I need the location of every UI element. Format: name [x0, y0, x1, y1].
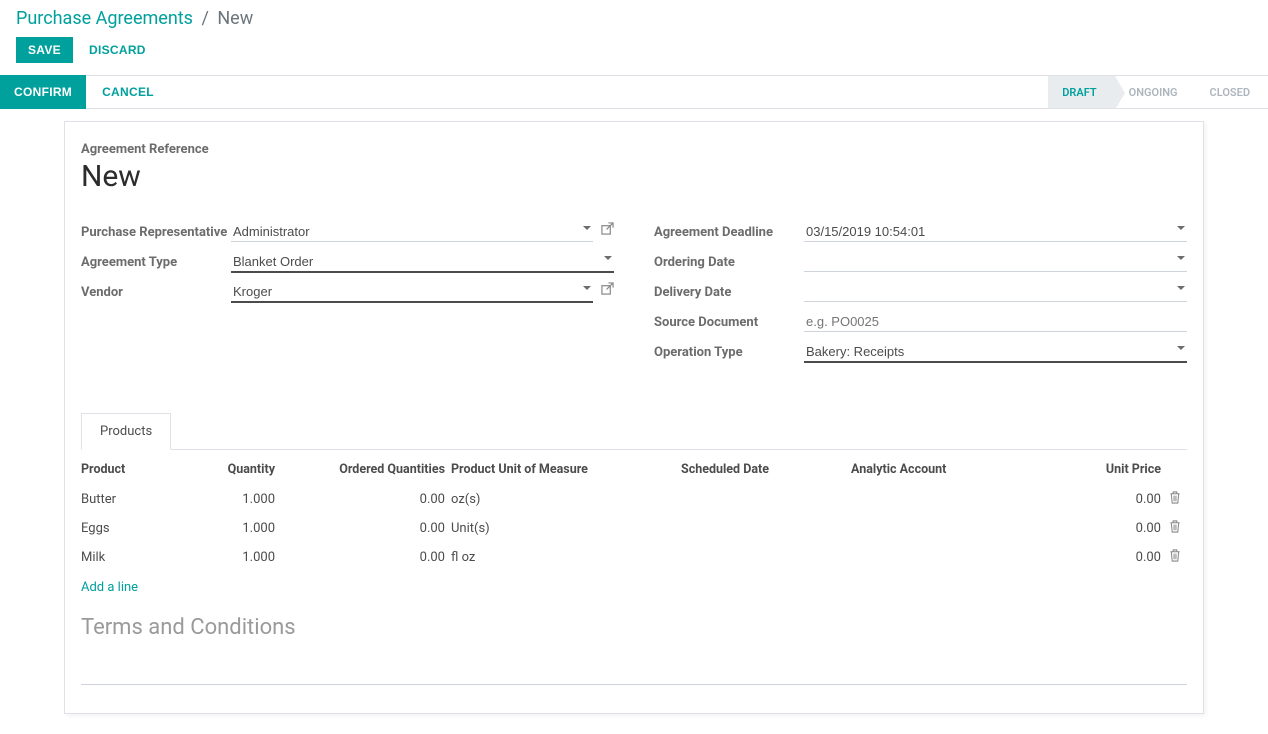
cell-price[interactable]: 0.00 [1021, 543, 1167, 572]
tabs: Products [81, 412, 1187, 450]
confirm-button[interactable]: CONFIRM [0, 75, 86, 109]
cell-ordered[interactable]: 0.00 [281, 485, 451, 514]
source-doc-label: Source Document [654, 312, 804, 332]
col-uom: Product Unit of Measure [451, 452, 681, 485]
cell-quantity[interactable]: 1.000 [211, 543, 281, 572]
delivery-date-input[interactable] [804, 282, 1187, 302]
vendor-input[interactable] [231, 282, 593, 303]
status-steps: DRAFT ONGOING CLOSED [1048, 76, 1268, 108]
cell-product[interactable]: Eggs [81, 514, 211, 543]
cell-analytic[interactable] [851, 485, 1021, 514]
cell-uom[interactable]: fl oz [451, 543, 681, 572]
reference-value: New [81, 159, 1187, 194]
cell-price[interactable]: 0.00 [1021, 514, 1167, 543]
cell-quantity[interactable]: 1.000 [211, 485, 281, 514]
operation-type-input[interactable] [804, 342, 1187, 363]
agreement-type-label: Agreement Type [81, 252, 231, 272]
breadcrumb-current: New [217, 8, 253, 29]
cell-price[interactable]: 0.00 [1021, 485, 1167, 514]
col-price: Unit Price [1021, 452, 1167, 485]
col-quantity: Quantity [211, 452, 281, 485]
status-step-draft[interactable]: DRAFT [1048, 76, 1114, 108]
cell-ordered[interactable]: 0.00 [281, 514, 451, 543]
operation-type-label: Operation Type [654, 342, 804, 362]
status-bar: CONFIRM CANCEL DRAFT ONGOING CLOSED [0, 75, 1268, 109]
cancel-button[interactable]: CANCEL [102, 85, 154, 99]
cell-quantity[interactable]: 1.000 [211, 514, 281, 543]
col-product: Product [81, 452, 211, 485]
cell-product[interactable]: Butter [81, 485, 211, 514]
cell-scheduled[interactable] [681, 543, 851, 572]
breadcrumb-separator: / [201, 8, 208, 29]
ordering-date-input[interactable] [804, 252, 1187, 272]
trash-icon[interactable] [1169, 493, 1181, 508]
delivery-date-label: Delivery Date [654, 282, 804, 302]
external-link-icon[interactable] [601, 282, 614, 298]
col-analytic: Analytic Account [851, 452, 1021, 485]
cell-uom[interactable]: Unit(s) [451, 514, 681, 543]
discard-button[interactable]: DISCARD [89, 43, 146, 57]
col-ordered: Ordered Quantities [281, 452, 451, 485]
save-button[interactable]: SAVE [16, 37, 73, 63]
deadline-label: Agreement Deadline [654, 222, 804, 242]
cell-uom[interactable]: oz(s) [451, 485, 681, 514]
ordering-date-label: Ordering Date [654, 252, 804, 272]
external-link-icon[interactable] [601, 222, 614, 238]
cell-analytic[interactable] [851, 514, 1021, 543]
cell-product[interactable]: Milk [81, 543, 211, 572]
cell-scheduled[interactable] [681, 485, 851, 514]
cell-ordered[interactable]: 0.00 [281, 543, 451, 572]
tab-products[interactable]: Products [81, 413, 171, 450]
table-row[interactable]: Milk1.0000.00fl oz0.00 [81, 543, 1187, 572]
col-scheduled: Scheduled Date [681, 452, 851, 485]
cell-analytic[interactable] [851, 543, 1021, 572]
breadcrumb: Purchase Agreements / New [0, 0, 1268, 33]
form-sheet: Agreement Reference New Purchase Represe… [64, 121, 1204, 714]
add-line-button[interactable]: Add a line [81, 572, 138, 601]
cell-scheduled[interactable] [681, 514, 851, 543]
vendor-label: Vendor [81, 282, 231, 302]
breadcrumb-root[interactable]: Purchase Agreements [16, 8, 193, 29]
status-step-closed[interactable]: CLOSED [1196, 76, 1268, 108]
source-doc-input[interactable] [804, 312, 1187, 332]
status-step-ongoing[interactable]: ONGOING [1115, 76, 1196, 108]
products-table: Product Quantity Ordered Quantities Prod… [81, 452, 1187, 572]
terms-field[interactable]: Terms and Conditions [81, 615, 1187, 685]
terms-placeholder: Terms and Conditions [81, 615, 296, 640]
table-row[interactable]: Eggs1.0000.00Unit(s)0.00 [81, 514, 1187, 543]
purchase-rep-input[interactable] [231, 222, 593, 242]
trash-icon[interactable] [1169, 551, 1181, 566]
toolbar: SAVE DISCARD [0, 33, 1268, 75]
reference-label: Agreement Reference [81, 142, 1187, 157]
agreement-type-input[interactable] [231, 252, 614, 273]
trash-icon[interactable] [1169, 522, 1181, 537]
deadline-input[interactable] [804, 222, 1187, 242]
table-row[interactable]: Butter1.0000.00oz(s)0.00 [81, 485, 1187, 514]
purchase-rep-label: Purchase Representative [81, 222, 231, 242]
